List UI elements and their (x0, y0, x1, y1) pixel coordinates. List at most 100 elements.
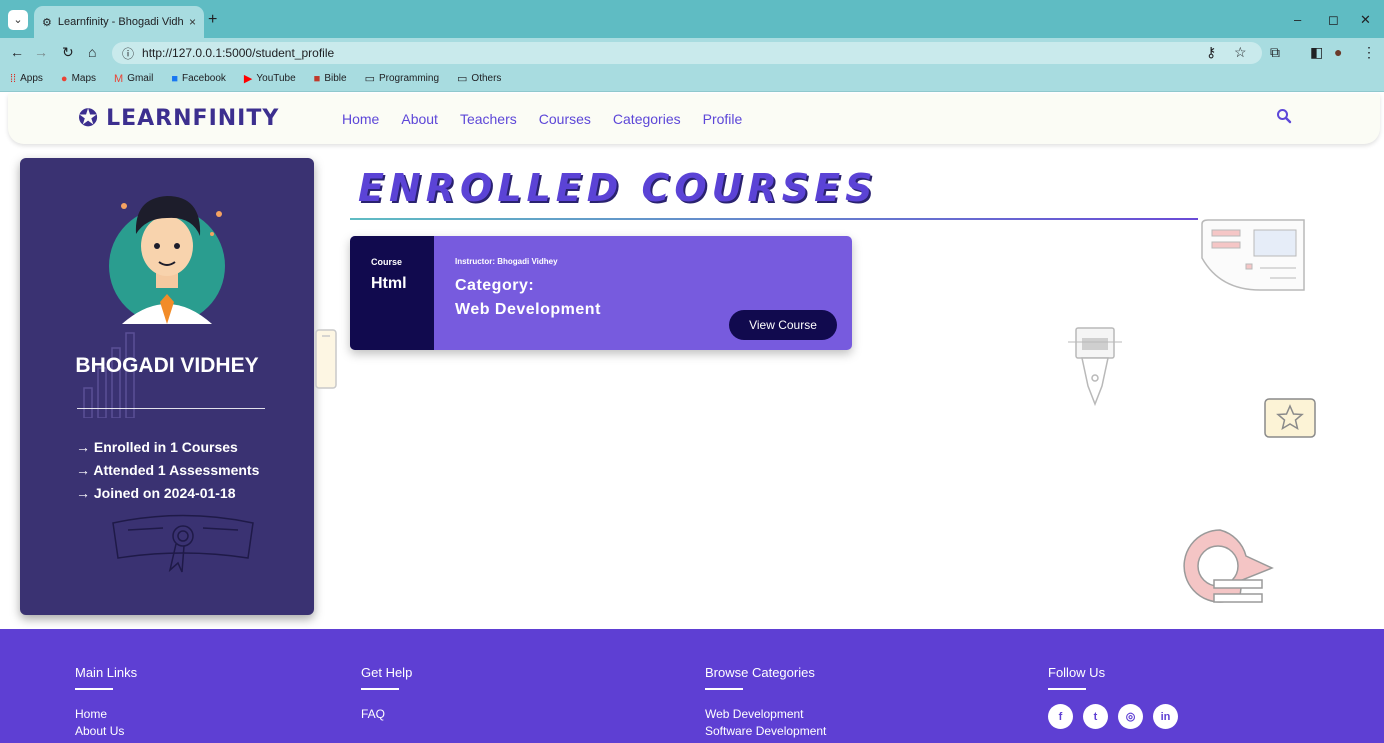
tab-search-icon[interactable]: ⌄ (8, 10, 28, 30)
home-icon[interactable]: ⌂ (88, 44, 96, 60)
nav-courses[interactable]: Courses (539, 111, 591, 127)
bookmarks-bar: ⁞⁞ Apps ● Maps M Gmail ■ Facebook ▶ YouTube ■… (0, 66, 1384, 92)
browser-toolbar: ← → ↻ ⌂ ⓘ http://127.0.0.1:5000/student_… (0, 38, 1384, 66)
side-panel-icon[interactable]: ◧ (1310, 44, 1323, 61)
certificate-decoration (1201, 219, 1305, 291)
new-tab-button[interactable]: + (208, 11, 217, 29)
extensions-icon[interactable]: ⧉ (1270, 44, 1280, 61)
page-title: ENROLLED COURSES (358, 166, 878, 210)
facebook-icon[interactable]: f (1048, 704, 1073, 729)
footer-heading: Follow Us (1048, 665, 1106, 680)
footer-link-software-development[interactable]: Software Development (705, 723, 826, 740)
maps-pin-icon: ● (60, 72, 68, 85)
course-info: Instructor: Bhogadi Vidhey Category: Web… (455, 257, 601, 322)
diploma-decoration (112, 514, 254, 573)
footer-heading-underline (75, 688, 113, 690)
footer-get-help: Get Help FAQ (361, 665, 412, 723)
folder-icon: ▭ (364, 73, 375, 85)
bookmark-star-icon[interactable]: ☆ (1234, 44, 1247, 61)
course-side-panel: Course Html (350, 236, 434, 350)
fountain-pen-decoration (1068, 327, 1122, 407)
gmail-icon: M (114, 72, 124, 85)
profile-card: BHOGADI VIDHEY → Enrolled in 1 Courses →… (20, 158, 314, 615)
browser-menu-icon[interactable]: ⋮ (1362, 44, 1376, 61)
close-window-icon[interactable]: ✕ (1360, 12, 1371, 28)
linkedin-icon[interactable]: in (1153, 704, 1178, 729)
nav-profile[interactable]: Profile (703, 111, 743, 127)
bookmark-others[interactable]: ▭ Others (457, 72, 501, 85)
stat-joined: → Joined on 2024-01-18 (76, 485, 236, 501)
bookmark-programming[interactable]: ▭ Programming (365, 72, 439, 85)
site-favicon-icon: ⚙ (42, 16, 52, 29)
course-category-label: Category: (455, 277, 535, 294)
instagram-icon[interactable]: ◎ (1118, 704, 1143, 729)
password-key-icon[interactable]: ⚷ (1206, 44, 1216, 61)
footer-heading: Get Help (361, 665, 413, 680)
view-course-button[interactable]: View Course (729, 310, 837, 340)
footer-link-about[interactable]: About Us (75, 723, 137, 740)
footer-heading-underline (705, 688, 743, 690)
footer-main-links: Main Links Home About Us (75, 665, 137, 740)
footer-link-web-development[interactable]: Web Development (705, 706, 826, 723)
browser-tab[interactable]: ⚙ Learnfinity - Bhogadi Vidhey × (34, 6, 204, 38)
back-icon[interactable]: ← (10, 44, 24, 60)
browser-tab-bar: ⌄ ⚙ Learnfinity - Bhogadi Vidhey × + – ◻… (0, 0, 1384, 38)
bookmark-apps[interactable]: ⁞⁞ Apps (10, 73, 43, 85)
graduate-cap-icon: ✪ (78, 105, 99, 132)
course-card: Course Html Instructor: Bhogadi Vidhey C… (350, 236, 852, 350)
nav-categories[interactable]: Categories (613, 111, 681, 127)
main-nav: Home About Teachers Courses Categories P… (342, 111, 742, 127)
footer-follow-us: Follow Us f t ◎ in (1048, 665, 1178, 729)
folder-icon: ▭ (457, 73, 468, 85)
student-name: BHOGADI VIDHEY (75, 354, 259, 377)
url-text: http://127.0.0.1:5000/student_profile (142, 46, 335, 60)
brand-logo[interactable]: ✪ LEARNFINITY (78, 104, 279, 133)
card-divider (77, 408, 265, 409)
apps-grid-icon: ⁞⁞ (10, 72, 17, 85)
course-kicker: Course (371, 257, 403, 267)
site-info-icon[interactable]: ⓘ (122, 45, 134, 62)
youtube-icon: ▶ (243, 73, 253, 85)
footer-heading-underline (1048, 688, 1086, 690)
bookmark-facebook[interactable]: ■ Facebook (171, 73, 226, 85)
footer-heading: Browse Categories (705, 665, 815, 680)
phone-decoration (315, 329, 337, 389)
bookmark-bible[interactable]: ■ Bible (314, 73, 347, 85)
search-icon[interactable] (1276, 108, 1292, 129)
star-badge-decoration (1264, 398, 1316, 438)
nav-home[interactable]: Home (342, 111, 379, 127)
nav-about[interactable]: About (401, 111, 438, 127)
restore-icon[interactable]: ◻ (1328, 12, 1339, 28)
stat-enrolled: → Enrolled in 1 Courses (76, 439, 238, 455)
minimize-icon[interactable]: – (1294, 12, 1301, 27)
facebook-icon: ■ (171, 72, 178, 85)
footer-browse-categories: Browse Categories Web Development Softwa… (705, 665, 826, 740)
forward-icon[interactable]: → (34, 44, 48, 60)
footer-link-home[interactable]: Home (75, 706, 137, 723)
bible-icon: ■ (313, 72, 321, 85)
profile-avatar-icon[interactable]: ● (1334, 44, 1342, 60)
speech-bubble-decoration (1183, 529, 1274, 603)
reload-icon[interactable]: ↻ (62, 44, 74, 61)
footer-heading-underline (361, 688, 399, 690)
course-name: Html (371, 275, 407, 292)
bookmark-youtube[interactable]: ▶ YouTube (244, 72, 296, 85)
profile-stats: → Enrolled in 1 Courses → Attended 1 Ass… (76, 436, 259, 505)
twitter-icon[interactable]: t (1083, 704, 1108, 729)
stat-assessments: → Attended 1 Assessments (76, 462, 260, 478)
site-header: ✪ LEARNFINITY Home About Teachers Course… (8, 94, 1380, 144)
footer-heading: Main Links (75, 665, 138, 680)
site-footer: Main Links Home About Us Get Help FAQ Br… (0, 629, 1384, 743)
tab-close-icon[interactable]: × (189, 15, 196, 29)
bookmark-maps[interactable]: ● Maps (61, 73, 96, 85)
title-underline (350, 218, 1198, 220)
course-category: Web Development (455, 301, 601, 318)
student-avatar (109, 196, 225, 324)
course-instructor: Instructor: Bhogadi Vidhey (455, 257, 558, 266)
nav-teachers[interactable]: Teachers (460, 111, 517, 127)
tab-title: Learnfinity - Bhogadi Vidhey (57, 16, 183, 28)
bookmark-gmail[interactable]: M Gmail (114, 73, 153, 85)
address-bar[interactable]: ⓘ http://127.0.0.1:5000/student_profile (112, 42, 1262, 64)
social-links: f t ◎ in (1048, 704, 1178, 729)
footer-link-faq[interactable]: FAQ (361, 706, 412, 723)
